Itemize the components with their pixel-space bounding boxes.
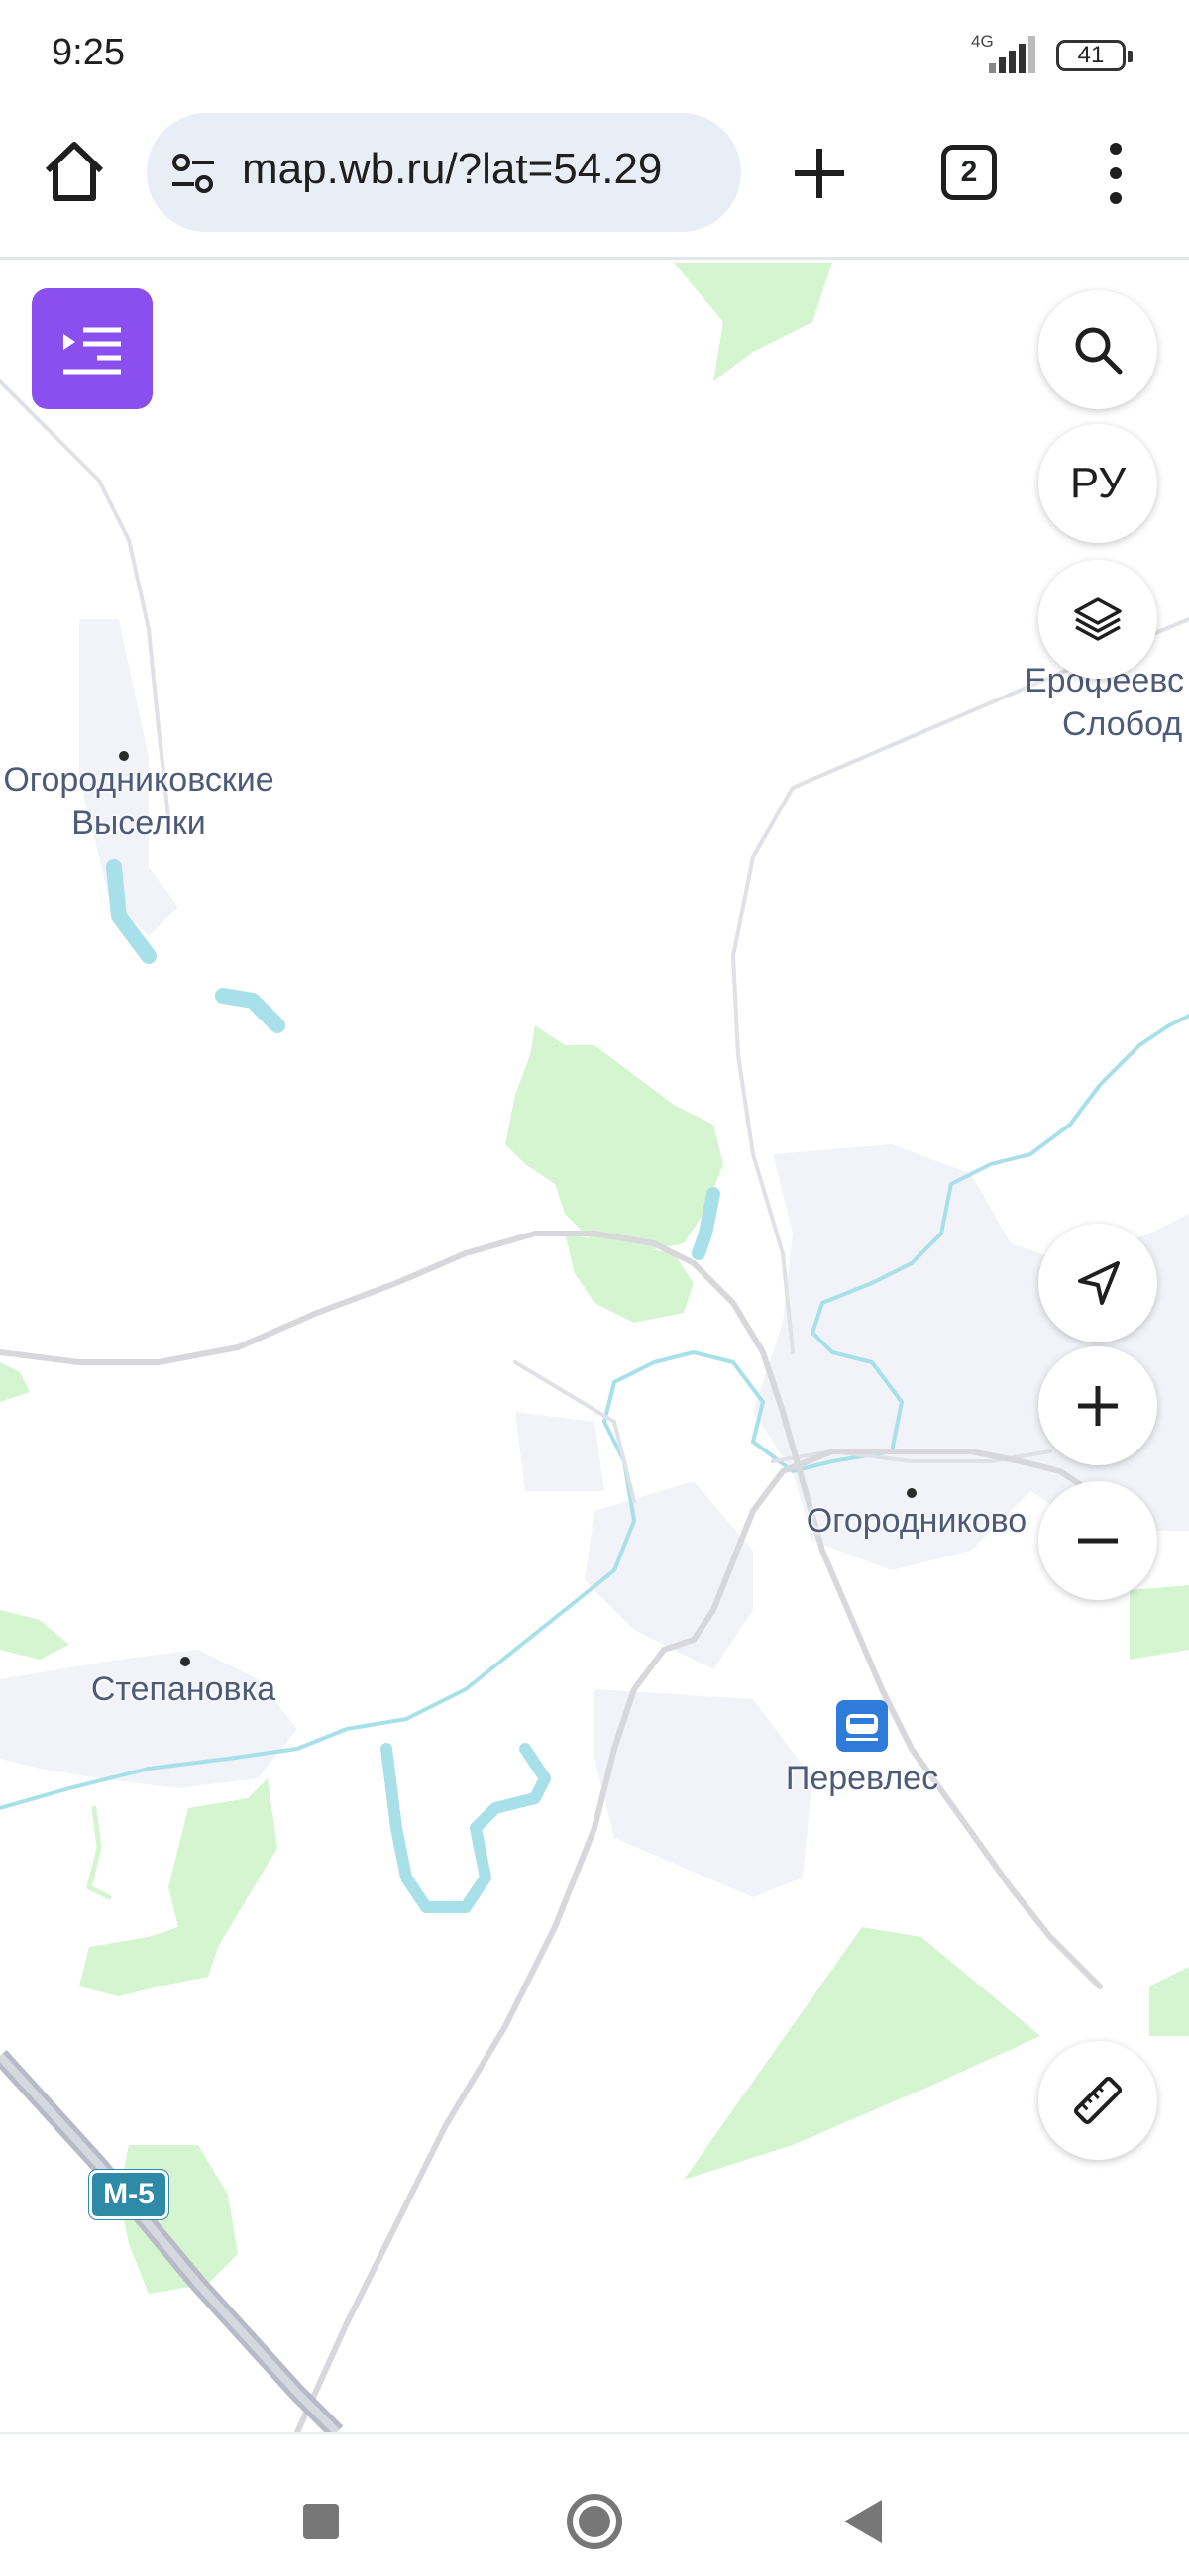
ruler-icon xyxy=(1073,2076,1123,2125)
language-button[interactable]: РУ xyxy=(1038,424,1157,543)
browser-toolbar: map.wb.ru/?lat=54.29 2 xyxy=(0,109,1189,260)
address-bar[interactable]: map.wb.ru/?lat=54.29 xyxy=(147,113,741,232)
place-name-line: Степановка xyxy=(90,1670,276,1708)
ruler-button[interactable] xyxy=(1038,2041,1157,2160)
status-time: 9:25 xyxy=(52,32,125,73)
search-button[interactable] xyxy=(1038,290,1157,409)
layers-button[interactable] xyxy=(1038,560,1157,679)
place-dot xyxy=(180,1657,190,1666)
search-icon xyxy=(1075,327,1123,375)
place-label-ogorodnikovskie-vyselki[interactable]: Огородниковские Выселки xyxy=(0,758,287,845)
zoom-out-button[interactable] xyxy=(1038,1481,1157,1600)
new-tab-icon[interactable] xyxy=(785,139,854,208)
minus-icon xyxy=(1078,1538,1118,1544)
road-badge-m5: М-5 xyxy=(89,2170,168,2219)
tab-count: 2 xyxy=(960,156,978,188)
place-label-ogorodnikovo[interactable]: Огородниково xyxy=(783,1499,1050,1543)
battery-level: 41 xyxy=(1077,42,1105,68)
place-dot xyxy=(907,1488,917,1498)
home-circle-icon[interactable] xyxy=(567,2494,622,2549)
more-options-icon[interactable] xyxy=(1098,139,1134,208)
train-station-icon[interactable] xyxy=(836,1700,888,1752)
tab-switcher-button[interactable]: 2 xyxy=(941,145,997,200)
recents-icon[interactable] xyxy=(303,2504,339,2539)
layers-icon xyxy=(1074,597,1122,641)
zoom-in-button[interactable] xyxy=(1038,1346,1157,1465)
language-label: РУ xyxy=(1069,459,1127,507)
navigation-arrow-icon xyxy=(1078,1261,1120,1305)
place-name-line: Слобод xyxy=(1062,705,1183,743)
map-canvas[interactable]: Огородниковские Выселки Ерофеевс Слобод … xyxy=(0,263,1189,2432)
place-name-line: Огородниковские xyxy=(3,761,274,799)
place-name-line: Огородниково xyxy=(806,1502,1027,1540)
status-bar: 9:25 4G 41 xyxy=(0,0,1189,109)
plus-icon xyxy=(1078,1386,1118,1426)
place-label-perevles[interactable]: Перевлес xyxy=(763,1757,961,1800)
site-settings-icon[interactable] xyxy=(168,149,218,198)
map-base-layer xyxy=(0,263,1189,2432)
back-icon[interactable] xyxy=(844,2500,882,2543)
battery-icon: 41 xyxy=(1056,40,1133,71)
menu-button[interactable] xyxy=(32,288,153,409)
place-name-line: Перевлес xyxy=(785,1760,939,1797)
menu-list-icon xyxy=(63,327,121,375)
place-name-line: Выселки xyxy=(71,805,206,842)
place-label-stepanovka[interactable]: Степановка xyxy=(64,1667,302,1711)
system-navigation-bar xyxy=(0,2432,1189,2576)
signal-icon xyxy=(989,36,1035,73)
my-location-button[interactable] xyxy=(1038,1224,1157,1342)
home-icon[interactable] xyxy=(40,137,109,206)
url-text: map.wb.ru/?lat=54.29 xyxy=(242,145,663,193)
